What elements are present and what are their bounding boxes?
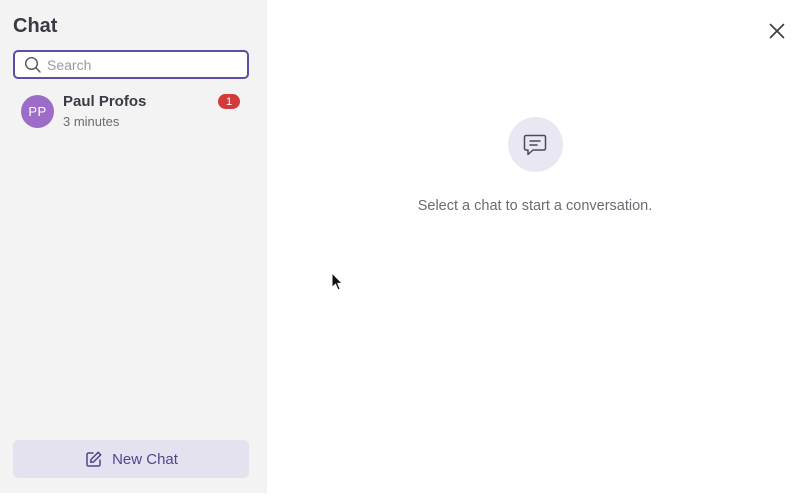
search-box[interactable] — [13, 50, 249, 79]
new-chat-button[interactable]: New Chat — [13, 440, 249, 478]
edit-icon — [84, 450, 103, 469]
mouse-cursor-icon — [331, 272, 343, 291]
new-chat-label: New Chat — [112, 450, 178, 468]
close-icon — [769, 23, 785, 39]
close-button[interactable] — [767, 21, 787, 41]
conversation-time: 3 minutes — [63, 113, 120, 129]
search-icon — [24, 56, 42, 74]
avatar: PP — [21, 94, 54, 128]
unread-badge: 1 — [218, 94, 240, 109]
conversation-name: Paul Profos — [63, 92, 147, 110]
chat-bubble-icon — [507, 117, 563, 172]
conversation-panel: Select a chat to start a conversation. — [267, 0, 800, 493]
conversation-text: Paul Profos 3 minutes — [63, 92, 146, 131]
chat-window: Chat PP Paul Profos 3 minutes 1 — [0, 0, 800, 493]
empty-state: Select a chat to start a conversation. — [408, 117, 662, 214]
search-input[interactable] — [47, 56, 237, 73]
empty-state-message: Select a chat to start a conversation. — [417, 198, 653, 214]
sidebar-title: Chat — [13, 15, 58, 37]
conversation-item[interactable]: PP Paul Profos 3 minutes 1 — [13, 88, 249, 134]
chat-sidebar: Chat PP Paul Profos 3 minutes 1 — [0, 0, 267, 493]
